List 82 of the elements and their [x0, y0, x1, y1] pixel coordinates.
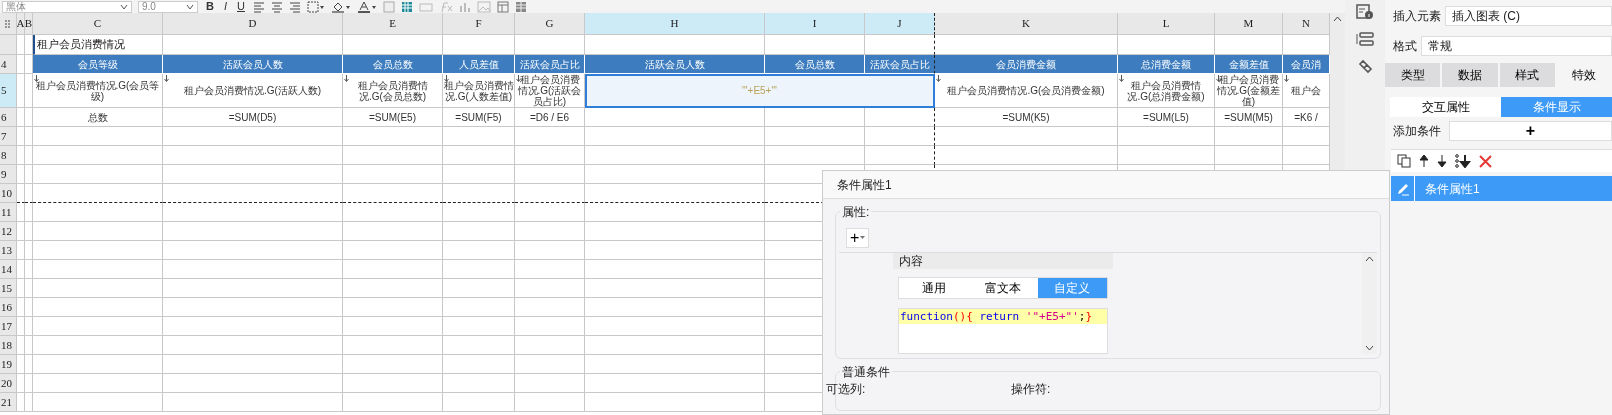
column-header[interactable]: L: [1118, 13, 1215, 35]
column-header[interactable]: D: [163, 13, 343, 35]
panel-tab[interactable]: 样式: [1499, 63, 1555, 87]
column-title: 人员差值: [443, 55, 515, 74]
table-cell: =SUM(L5): [1118, 108, 1215, 127]
add-condition-button[interactable]: +: [1449, 121, 1612, 141]
row-number[interactable]: 16: [0, 298, 17, 317]
column-header[interactable]: A: [17, 13, 25, 35]
format-label: 格式: [1392, 38, 1418, 55]
row-number[interactable]: 14: [0, 260, 17, 279]
code-editor[interactable]: function(){ return '"+E5+"';}: [898, 308, 1108, 354]
row-number[interactable]: 11: [0, 203, 17, 222]
column-header[interactable]: I: [765, 13, 865, 35]
conditions-label: 普通条件: [840, 363, 892, 381]
row-number[interactable]: 20: [0, 374, 17, 393]
row-number[interactable]: 21: [0, 393, 17, 412]
row-number[interactable]: 13: [0, 241, 17, 260]
row-number[interactable]: 19: [0, 355, 17, 374]
row-number[interactable]: 15: [0, 279, 17, 298]
field-label: 可选列:: [826, 381, 866, 398]
column-header[interactable]: M: [1215, 13, 1283, 35]
properties-label: 属性:: [840, 203, 872, 221]
insert-element-label: 插入元素: [1392, 8, 1442, 25]
bold-button[interactable]: B: [204, 1, 216, 12]
panel-subtab[interactable]: 交互属性: [1390, 97, 1501, 117]
table-cell: =SUM(D5): [163, 108, 343, 127]
table-cell: =SUM(F5): [443, 108, 515, 127]
table-cell: =SUM(E5): [343, 108, 443, 127]
format-select[interactable]: 常规: [1421, 36, 1612, 56]
table-cell: 租户会员消费情况.G(总消费金额): [1118, 74, 1215, 108]
table-cell: 租户会员消费情况.G(会员消费金额): [935, 74, 1118, 108]
table-cell: 租户会员消费情况.G(人数差值): [443, 74, 515, 108]
table-cell: 租户会员消费情况.G(活跃人数): [163, 74, 343, 108]
column-header[interactable]: C: [33, 13, 163, 35]
panel-tab[interactable]: 数据: [1442, 63, 1498, 87]
column-title: 金额差值: [1215, 55, 1283, 74]
row-number[interactable]: 7: [0, 127, 17, 146]
column-title: 会员总数: [765, 55, 865, 74]
column-header[interactable]: F: [443, 13, 515, 35]
row-number[interactable]: 18: [0, 336, 17, 355]
dialog-title: 条件属性1: [823, 171, 1389, 199]
row-number[interactable]: 9: [0, 165, 17, 184]
column-title: 总消费金额: [1118, 55, 1215, 74]
column-title: 活跃会员人数: [585, 55, 765, 74]
row-number[interactable]: 10: [0, 184, 17, 203]
insert-element-select[interactable]: 插入图表 (C): [1445, 6, 1612, 26]
row-number[interactable]: 8: [0, 146, 17, 165]
table-cell: 总数: [33, 108, 163, 127]
column-title: 活跃会员占比: [865, 55, 935, 74]
table-cell: =SUM(K5): [935, 108, 1118, 127]
column-header[interactable]: H: [585, 13, 765, 35]
column-title: 会员等级: [33, 55, 163, 74]
underline-button[interactable]: U: [235, 1, 247, 12]
table-cell: 租户会员消费情况.G(会员等级): [33, 74, 163, 108]
font-size-field[interactable]: 9.0: [138, 0, 198, 13]
table-cell: 租户会员消费情况.G(会员总数): [343, 74, 443, 108]
column-header[interactable]: E: [343, 13, 443, 35]
column-header[interactable]: N: [1283, 13, 1330, 35]
panel-tab[interactable]: 类型: [1385, 63, 1441, 87]
table-cell: 租户会员消费情况.G(金额差值): [1215, 74, 1283, 108]
table-cell: '"+E5+"': [585, 74, 935, 108]
column-header[interactable]: J: [865, 13, 935, 35]
row-number[interactable]: 6: [0, 108, 17, 127]
column-header[interactable]: K: [935, 13, 1118, 35]
add-property-button[interactable]: +: [846, 228, 870, 248]
table-cell: =D6 / E6: [515, 108, 585, 127]
column-title: 活跃会员人数: [163, 55, 343, 74]
content-select[interactable]: 内容: [893, 253, 1113, 269]
font-name-field[interactable]: 黑体: [2, 0, 132, 13]
row-number[interactable]: 12: [0, 222, 17, 241]
table-cell: =SUM(M5): [1215, 108, 1283, 127]
row-number[interactable]: 17: [0, 317, 17, 336]
field-label: 操作符:: [1011, 381, 1051, 398]
row-number[interactable]: 4: [0, 55, 17, 74]
column-header[interactable]: G: [515, 13, 585, 35]
italic-button[interactable]: I: [221, 1, 229, 12]
row-number[interactable]: 5: [0, 74, 17, 108]
column-title: 会员消: [1283, 55, 1330, 74]
column-title: 会员消费金额: [935, 55, 1118, 74]
column-title: 活跃会员占比: [515, 55, 585, 74]
add-condition-label: 添加条件: [1392, 123, 1442, 140]
column-title: 会员总数: [343, 55, 443, 74]
